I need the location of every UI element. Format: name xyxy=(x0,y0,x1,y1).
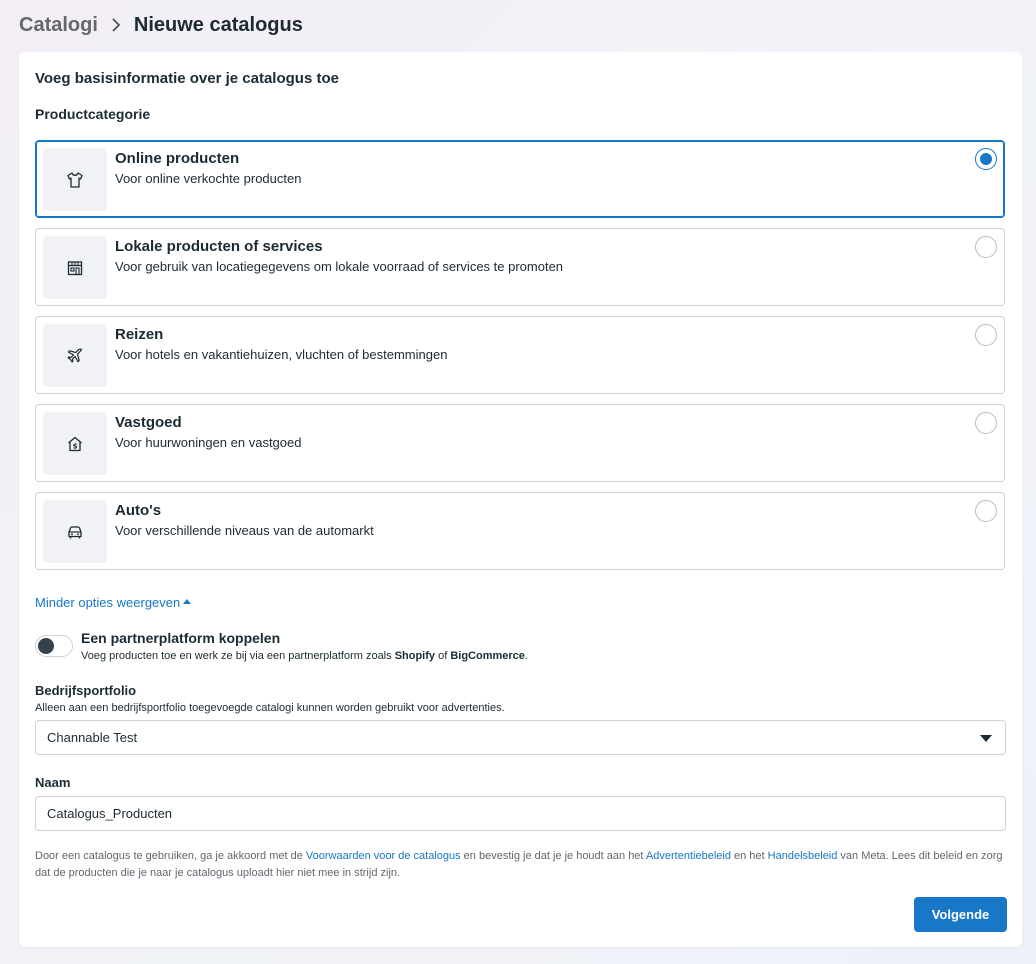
partner-desc-text: Voeg producten toe en werk ze bij via ee… xyxy=(81,650,395,662)
shopify-label: Shopify xyxy=(394,650,436,662)
business-portfolio-help: Alleen aan een bedrijfsportfolio toegevo… xyxy=(35,702,505,714)
partner-platform-title: Een partnerplatform koppelen xyxy=(81,630,281,646)
catalog-form-card: Voeg basisinformatie over je catalogus t… xyxy=(19,52,1022,947)
catalog-name-input[interactable]: Catalogus_Producten xyxy=(35,796,1006,831)
option-local-products[interactable]: Lokale producten of services Voor gebrui… xyxy=(35,228,1005,306)
business-portfolio-value: Channable Test xyxy=(47,730,138,745)
partner-platform-description: Voeg producten toe en werk ze bij via ee… xyxy=(81,650,528,662)
option-radio[interactable] xyxy=(975,500,997,522)
legal-text-part: Door een catalogus te gebruiken, ga je a… xyxy=(35,850,306,862)
car-icon xyxy=(43,500,107,563)
legal-text-part: en bevestig je dat je je houdt aan het xyxy=(460,850,646,862)
option-radio[interactable] xyxy=(975,412,997,434)
commerce-policy-link[interactable]: Handelsbeleid xyxy=(768,850,838,862)
product-category-label: Productcategorie xyxy=(35,106,151,122)
caret-up-icon xyxy=(183,599,192,604)
option-description: Voor gebruik van locatiegegevens om loka… xyxy=(115,259,564,274)
chevron-right-icon xyxy=(104,18,128,32)
partner-platform-toggle[interactable] xyxy=(35,635,73,657)
option-description: Voor huurwoningen en vastgoed xyxy=(115,435,302,450)
svg-text:$: $ xyxy=(73,442,78,450)
option-cars[interactable]: Auto's Voor verschillende niveaus van de… xyxy=(35,492,1005,570)
shirt-icon xyxy=(43,148,107,211)
option-description: Voor online verkochte producten xyxy=(115,171,302,186)
option-real-estate[interactable]: $ Vastgoed Voor huurwoningen en vastgoed xyxy=(35,404,1005,482)
name-label: Naam xyxy=(35,775,71,790)
option-title: Online producten xyxy=(115,150,240,167)
option-radio[interactable] xyxy=(975,148,997,170)
show-less-options-link[interactable]: Minder opties weergeven xyxy=(35,595,192,610)
option-title: Vastgoed xyxy=(115,414,182,431)
house-dollar-icon: $ xyxy=(43,412,107,475)
option-radio[interactable] xyxy=(975,324,997,346)
option-online-products[interactable]: Online producten Voor online verkochte p… xyxy=(35,140,1005,218)
option-description: Voor hotels en vakantiehuizen, vluchten … xyxy=(115,347,448,362)
business-portfolio-label: Bedrijfsportfolio xyxy=(35,683,137,698)
advertising-policy-link[interactable]: Advertentiebeleid xyxy=(646,850,731,862)
next-button[interactable]: Volgende xyxy=(914,897,1007,932)
option-title: Auto's xyxy=(115,502,162,519)
legal-text: Door een catalogus te gebruiken, ga je a… xyxy=(35,848,1005,882)
option-travel[interactable]: Reizen Voor hotels en vakantiehuizen, vl… xyxy=(35,316,1005,394)
toggle-knob xyxy=(38,638,54,654)
airplane-icon xyxy=(43,324,107,387)
business-portfolio-select[interactable]: Channable Test xyxy=(35,720,1006,755)
catalog-terms-link[interactable]: Voorwaarden voor de catalogus xyxy=(306,850,461,862)
show-less-options-label: Minder opties weergeven xyxy=(35,595,181,610)
option-title: Lokale producten of services xyxy=(115,238,323,255)
dropdown-arrow-icon xyxy=(980,735,992,742)
option-description: Voor verschillende niveaus van de automa… xyxy=(115,523,374,538)
page-title: Nieuwe catalogus xyxy=(133,13,303,36)
option-title: Reizen xyxy=(115,326,164,343)
partner-desc-period: . xyxy=(524,650,528,662)
bigcommerce-label: BigCommerce xyxy=(450,650,525,662)
legal-text-part: en het xyxy=(730,850,768,862)
breadcrumb-catalogi-link[interactable]: Catalogi xyxy=(19,14,98,37)
section-title: Voeg basisinformatie over je catalogus t… xyxy=(35,70,339,87)
storefront-icon xyxy=(43,236,107,299)
option-radio[interactable] xyxy=(975,236,997,258)
catalog-name-value: Catalogus_Producten xyxy=(47,806,173,821)
partner-desc-of: of xyxy=(435,650,451,662)
breadcrumb: Catalogi Nieuwe catalogus xyxy=(19,12,303,38)
